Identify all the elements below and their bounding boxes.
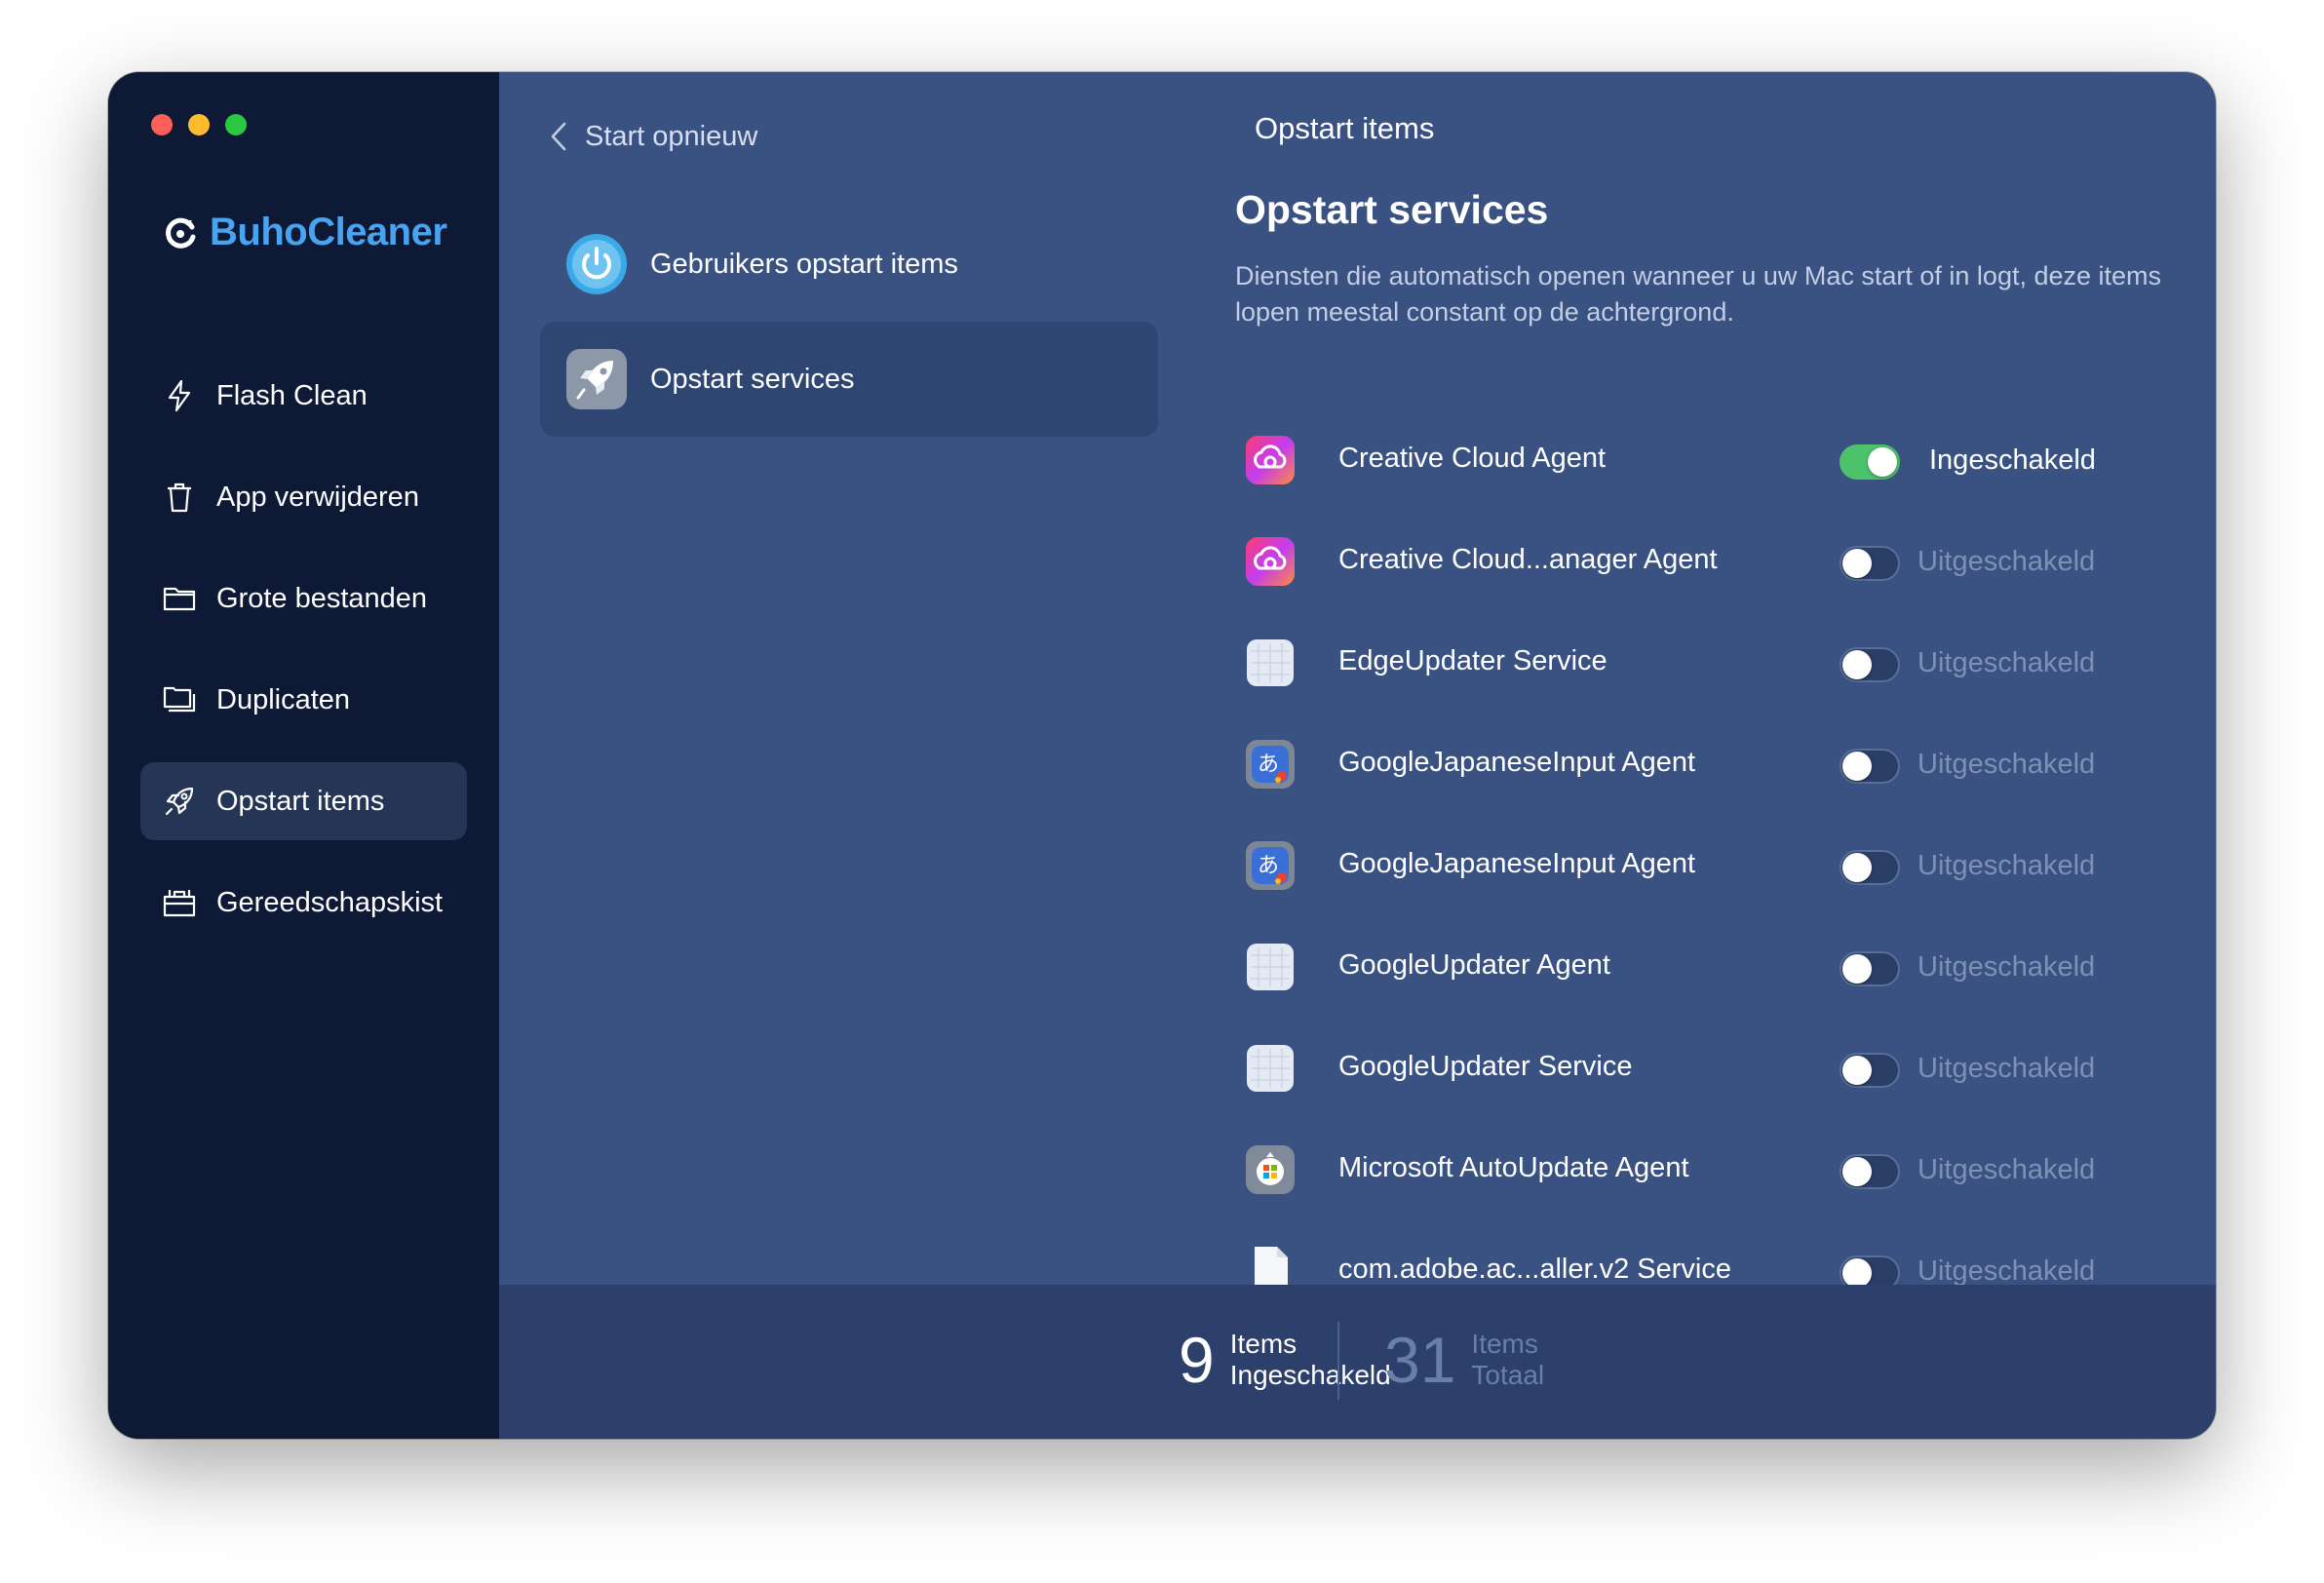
service-row: あ GoogleJapaneseInput Agent Uitgeschakel…	[1235, 739, 2171, 840]
service-row: Creative Cloud...anager Agent Uitgeschak…	[1235, 536, 2171, 637]
service-row: EdgeUpdater Service Uitgeschakeld	[1235, 637, 2171, 739]
service-toggle[interactable]	[1840, 546, 1900, 581]
service-status: Uitgeschakeld	[1917, 647, 2096, 678]
sidebar-item-flash-clean[interactable]: Flash Clean	[140, 357, 467, 435]
service-toggle[interactable]	[1840, 850, 1900, 885]
back-button[interactable]: Start opnieuw	[548, 109, 757, 164]
sidebar-item-label: Gereedschapskist	[216, 886, 444, 918]
service-status: Ingeschakeld	[1929, 444, 2096, 476]
duplicate-folder-icon	[163, 686, 196, 713]
enabled-count-stat: 9 Items Ingeschakeld	[1179, 1328, 1391, 1392]
creative-cloud-icon	[1246, 436, 1295, 484]
summary-footer: 9 Items Ingeschakeld 31 Items Totaal	[499, 1285, 2216, 1439]
enabled-count: 9	[1179, 1324, 1215, 1396]
service-toggle[interactable]	[1840, 444, 1900, 480]
service-row: Creative Cloud Agent Ingeschakeld	[1235, 435, 2171, 536]
chevron-left-icon	[551, 122, 566, 151]
section-header: Opstart services Diensten die automatisc…	[1235, 187, 2171, 330]
total-count-stat: 31 Items Totaal	[1384, 1328, 1544, 1392]
lightning-icon	[168, 379, 191, 412]
service-status: Uitgeschakeld	[1917, 546, 2096, 577]
toolbox-icon	[163, 890, 196, 917]
section-description: Diensten die automatisch openen wanneer …	[1235, 261, 2162, 327]
service-row: GoogleUpdater Service Uitgeschakeld	[1235, 1043, 2171, 1144]
app-brand: BuhoCleaner	[163, 211, 447, 254]
enabled-label-line2: Ingeschakeld	[1229, 1360, 1391, 1390]
section-title: Opstart services	[1235, 187, 1549, 232]
app-name: BuhoCleaner	[210, 211, 447, 253]
sidebar-item-gereedschapskist[interactable]: Gereedschapskist	[140, 864, 467, 942]
trash-icon	[168, 483, 191, 513]
service-row: あ GoogleJapaneseInput Agent Uitgeschakel…	[1235, 840, 2171, 942]
sidebar: BuhoCleaner Flash Clean App verwijderen …	[108, 72, 499, 1439]
service-name: GoogleJapaneseInput Agent	[1338, 848, 1696, 879]
service-name: GoogleUpdater Agent	[1338, 949, 1610, 981]
service-status: Uitgeschakeld	[1917, 749, 2096, 780]
service-status: Uitgeschakeld	[1917, 951, 2096, 983]
service-status: Uitgeschakeld	[1917, 1053, 2096, 1084]
japanese-input-icon: あ	[1246, 740, 1295, 789]
service-name: Creative Cloud...anager Agent	[1338, 544, 1718, 575]
service-status: Uitgeschakeld	[1917, 1255, 2096, 1287]
folder-icon	[163, 587, 196, 611]
enabled-label-line1: Items	[1229, 1329, 1298, 1359]
total-label-line2: Totaal	[1471, 1360, 1545, 1390]
service-status: Uitgeschakeld	[1917, 1154, 2096, 1185]
power-icon	[566, 234, 627, 294]
service-row: Microsoft AutoUpdate Agent Uitgeschakeld	[1235, 1144, 2171, 1246]
service-toggle[interactable]	[1840, 1053, 1900, 1088]
rocket-icon	[566, 349, 627, 409]
service-name: EdgeUpdater Service	[1338, 645, 1607, 676]
service-name: Creative Cloud Agent	[1338, 443, 1607, 474]
close-window-button[interactable]	[151, 114, 173, 135]
total-label-line1: Items	[1471, 1329, 1538, 1359]
category-opstart-services[interactable]: Opstart services	[540, 322, 1158, 437]
service-name: GoogleJapaneseInput Agent	[1338, 747, 1696, 778]
service-name: com.adobe.ac...aller.v2 Service	[1338, 1254, 1731, 1285]
japanese-input-icon: あ	[1246, 841, 1295, 890]
stat-divider	[1337, 1322, 1339, 1400]
category-gebruikers-opstart-items[interactable]: Gebruikers opstart items	[540, 207, 1158, 322]
sidebar-item-label: Opstart items	[216, 785, 385, 817]
service-toggle[interactable]	[1840, 951, 1900, 986]
back-label: Start opnieuw	[585, 120, 758, 152]
service-status: Uitgeschakeld	[1917, 850, 2096, 881]
rocket-icon	[165, 787, 194, 816]
service-name: GoogleUpdater Service	[1338, 1051, 1633, 1082]
total-count: 31	[1384, 1324, 1456, 1396]
page-title: Opstart items	[1255, 111, 1435, 145]
zoom-window-button[interactable]	[225, 114, 247, 135]
sidebar-nav: Flash Clean App verwijderen Grote bestan…	[140, 357, 467, 965]
minimize-window-button[interactable]	[188, 114, 210, 135]
service-toggle[interactable]	[1840, 647, 1900, 682]
category-panel: Start opnieuw Gebruikers opstart items O…	[499, 72, 1318, 1285]
sidebar-item-label: Duplicaten	[216, 683, 351, 715]
service-name: Microsoft AutoUpdate Agent	[1338, 1152, 1689, 1183]
app-window: BuhoCleaner Flash Clean App verwijderen …	[108, 72, 2216, 1439]
sidebar-item-label: App verwijderen	[216, 481, 419, 513]
window-controls	[151, 114, 247, 135]
service-row: GoogleUpdater Agent Uitgeschakeld	[1235, 942, 2171, 1043]
generic-app-icon	[1247, 944, 1294, 990]
sidebar-item-grote-bestanden[interactable]: Grote bestanden	[140, 560, 467, 637]
services-list: Creative Cloud Agent Ingeschakeld Creati…	[1235, 435, 2171, 1347]
generic-app-icon	[1247, 1045, 1294, 1092]
buho-logo-icon	[166, 217, 196, 249]
sidebar-item-label: Grote bestanden	[216, 582, 428, 614]
creative-cloud-icon	[1246, 537, 1295, 586]
svg-text:あ: あ	[1258, 854, 1279, 878]
sidebar-item-label: Flash Clean	[216, 379, 368, 411]
svg-text:あ: あ	[1258, 753, 1279, 777]
sidebar-item-duplicaten[interactable]: Duplicaten	[140, 661, 467, 739]
service-toggle[interactable]	[1840, 749, 1900, 784]
microsoft-autoupdate-icon	[1246, 1145, 1295, 1194]
service-toggle[interactable]	[1840, 1154, 1900, 1189]
category-label: Gebruikers opstart items	[650, 248, 958, 280]
generic-app-icon	[1247, 639, 1294, 686]
category-label: Opstart services	[650, 363, 855, 395]
sidebar-item-app-verwijderen[interactable]: App verwijderen	[140, 458, 467, 536]
sidebar-item-opstart-items[interactable]: Opstart items	[140, 762, 467, 840]
